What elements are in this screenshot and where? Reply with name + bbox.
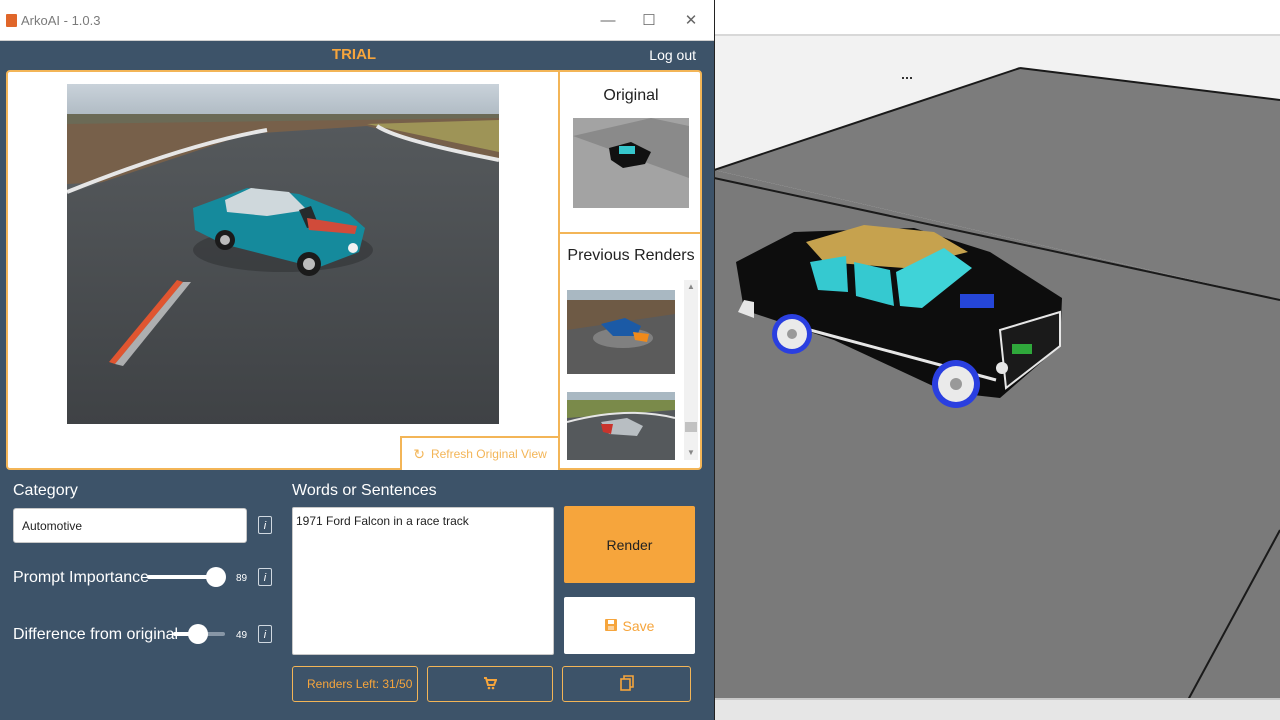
header-bar: TRIAL Log out <box>6 42 702 68</box>
logout-link[interactable]: Log out <box>649 47 696 63</box>
difference-label: Difference from original <box>13 626 179 643</box>
difference-slider[interactable] <box>173 624 225 644</box>
minimize-button[interactable]: — <box>593 10 623 32</box>
window-title: ArkoAI - 1.0.3 <box>21 13 101 28</box>
panel-divider-horizontal <box>560 232 702 234</box>
prompt-textarea[interactable]: 1971 Ford Falcon in a race track <box>292 507 554 655</box>
save-button[interactable]: Save <box>564 597 695 654</box>
refresh-icon: ↻ <box>413 445 425 462</box>
previous-render-thumbnail[interactable] <box>567 290 675 374</box>
plan-badge: TRIAL <box>331 46 377 63</box>
scroll-up-icon[interactable]: ▲ <box>684 280 698 294</box>
previous-renders-label: Previous Renders <box>567 247 695 264</box>
prompt-importance-info-icon[interactable]: i <box>258 568 272 586</box>
prompt-importance-label: Prompt Importance <box>13 569 150 586</box>
close-button[interactable]: ✕ <box>676 10 706 32</box>
buy-renders-button[interactable] <box>427 666 553 702</box>
slider-knob[interactable] <box>188 624 209 644</box>
category-label: Category <box>13 482 78 499</box>
original-label: Original <box>603 87 659 104</box>
sketchup-viewport[interactable] <box>714 0 1280 720</box>
original-thumbnail[interactable] <box>573 118 689 208</box>
viewport-scene <box>714 67 1280 701</box>
renders-left-button[interactable]: Renders Left: 31/50 <box>292 666 418 702</box>
slider-knob[interactable] <box>206 567 227 587</box>
scroll-down-icon[interactable]: ▼ <box>684 446 698 460</box>
cart-icon <box>483 676 498 693</box>
floppy-icon <box>604 618 617 634</box>
category-select[interactable]: Automotive <box>13 508 247 543</box>
viewport-status-bar <box>714 698 1280 720</box>
title-bar: ArkoAI - 1.0.3 — ☐ ✕ <box>0 0 714 41</box>
copy-icon <box>619 674 634 694</box>
scrollbar-thumb[interactable] <box>685 422 697 432</box>
prompt-importance-value: 89 <box>236 573 248 584</box>
maximize-button[interactable]: ☐ <box>634 10 664 32</box>
words-label: Words or Sentences <box>292 482 437 499</box>
save-label: Save <box>622 617 655 634</box>
refresh-original-view-button[interactable]: ↻ Refresh Original View <box>400 436 558 470</box>
category-info-icon[interactable]: i <box>258 516 272 534</box>
main-render-image <box>67 84 499 424</box>
render-button[interactable]: Render <box>564 506 695 583</box>
difference-info-icon[interactable]: i <box>258 625 272 643</box>
previous-renders-scrollbar[interactable]: ▲ ▼ <box>684 280 698 460</box>
panel-divider <box>558 72 560 468</box>
app-logo-icon <box>6 14 17 27</box>
previous-render-thumbnail[interactable] <box>567 392 675 476</box>
refresh-label: Refresh Original View <box>430 447 547 461</box>
prompt-importance-slider[interactable] <box>147 567 227 587</box>
copy-button[interactable] <box>562 666 691 702</box>
arkoai-window: ArkoAI - 1.0.3 — ☐ ✕ TRIAL Log out Origi… <box>0 0 715 720</box>
difference-value: 49 <box>236 630 248 641</box>
preview-panel: Original Previous Renders ▲ ▼ ↻ Refresh … <box>6 70 702 470</box>
